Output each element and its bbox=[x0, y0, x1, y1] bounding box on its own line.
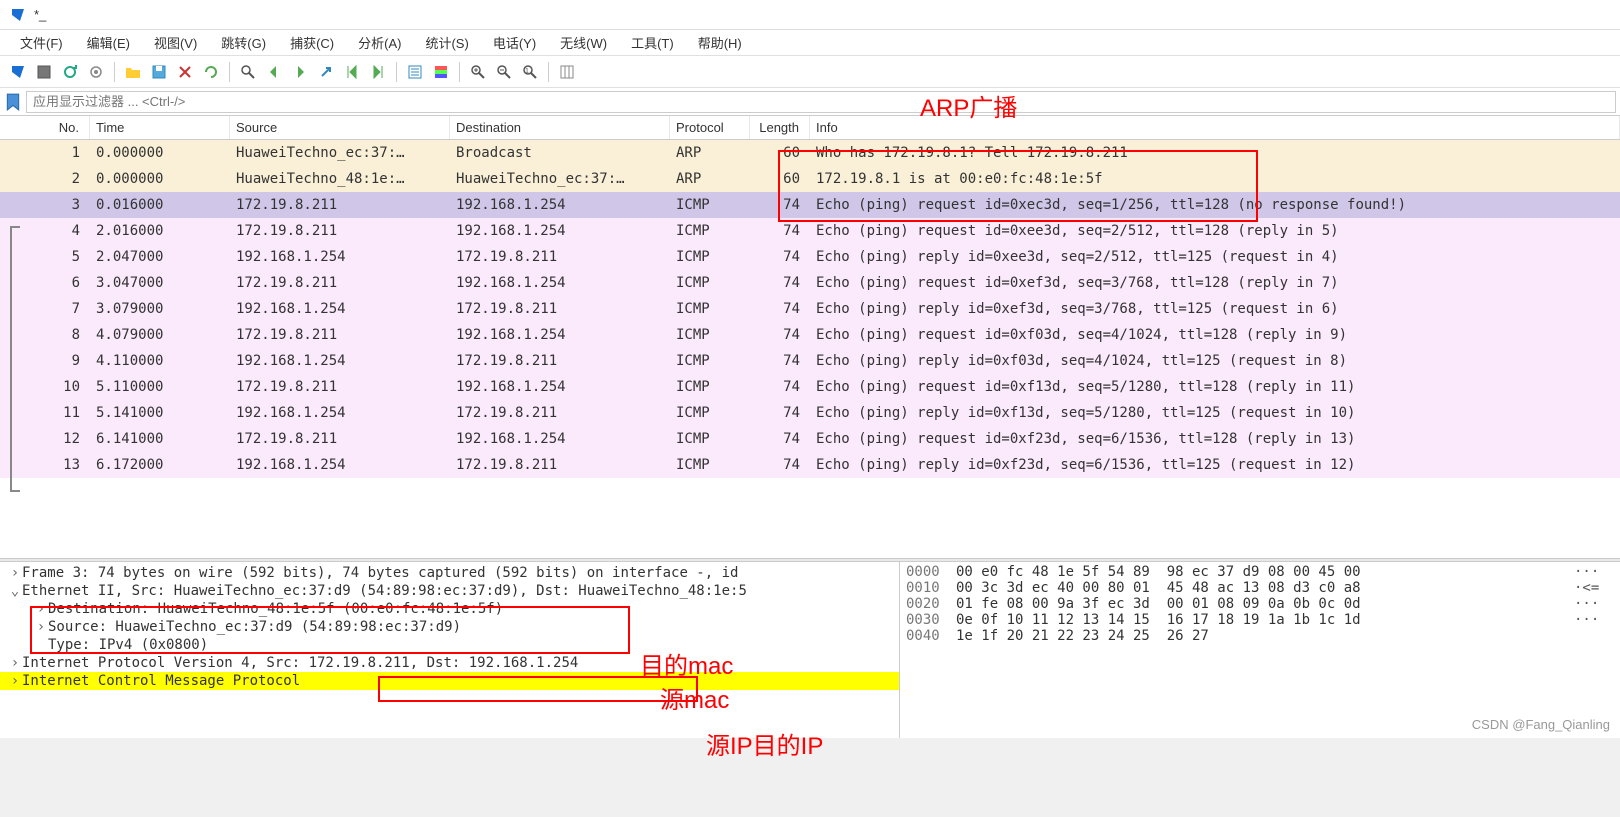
packet-row[interactable]: 105.110000172.19.8.211192.168.1.254ICMP7… bbox=[0, 374, 1620, 400]
details-icmp[interactable]: ›Internet Control Message Protocol bbox=[0, 672, 899, 690]
packet-row[interactable]: 126.141000172.19.8.211192.168.1.254ICMP7… bbox=[0, 426, 1620, 452]
packet-row[interactable]: 10.000000HuaweiTechno_ec:37:…BroadcastAR… bbox=[0, 140, 1620, 166]
packet-row[interactable]: 20.000000HuaweiTechno_48:1e:…HuaweiTechn… bbox=[0, 166, 1620, 192]
menu-item[interactable]: 无线(W) bbox=[548, 31, 619, 54]
hex-line[interactable]: 00300e 0f 10 11 12 13 14 15 16 17 18 19 … bbox=[906, 612, 1614, 628]
details-eth-type[interactable]: Type: IPv4 (0x0800) bbox=[0, 636, 899, 654]
title-bar: *_ bbox=[0, 0, 1620, 30]
packet-bytes-pane[interactable]: 000000 e0 fc 48 1e 5f 54 89 98 ec 37 d9 … bbox=[900, 562, 1620, 738]
find-icon[interactable] bbox=[236, 60, 260, 84]
related-packets-bracket bbox=[10, 226, 20, 492]
menu-item[interactable]: 统计(S) bbox=[413, 31, 480, 54]
separator bbox=[459, 62, 460, 82]
bottom-panes: ›Frame 3: 74 bytes on wire (592 bits), 7… bbox=[0, 562, 1620, 738]
menu-item[interactable]: 文件(F) bbox=[8, 31, 75, 54]
packet-row[interactable]: 30.016000172.19.8.211192.168.1.254ICMP74… bbox=[0, 192, 1620, 218]
separator bbox=[548, 62, 549, 82]
separator bbox=[114, 62, 115, 82]
details-frame[interactable]: ›Frame 3: 74 bytes on wire (592 bits), 7… bbox=[0, 564, 899, 582]
col-header-destination[interactable]: Destination bbox=[450, 116, 670, 139]
packet-row[interactable]: 84.079000172.19.8.211192.168.1.254ICMP74… bbox=[0, 322, 1620, 348]
last-icon[interactable] bbox=[366, 60, 390, 84]
watermark: CSDN @Fang_Qianling bbox=[1472, 717, 1610, 732]
menu-item[interactable]: 跳转(G) bbox=[209, 31, 278, 54]
menu-item[interactable]: 分析(A) bbox=[346, 31, 413, 54]
col-header-no[interactable]: No. bbox=[0, 116, 90, 139]
col-header-protocol[interactable]: Protocol bbox=[670, 116, 750, 139]
packet-list-header[interactable]: No. Time Source Destination Protocol Len… bbox=[0, 116, 1620, 140]
menu-item[interactable]: 工具(T) bbox=[619, 31, 686, 54]
details-ethernet[interactable]: ⌄Ethernet II, Src: HuaweiTechno_ec:37:d9… bbox=[0, 582, 899, 600]
packet-details-pane[interactable]: ›Frame 3: 74 bytes on wire (592 bits), 7… bbox=[0, 562, 900, 738]
packet-row[interactable]: 136.172000192.168.1.254172.19.8.211ICMP7… bbox=[0, 452, 1620, 478]
menu-bar: 文件(F)编辑(E)视图(V)跳转(G)捕获(C)分析(A)统计(S)电话(Y)… bbox=[0, 30, 1620, 56]
close-icon[interactable] bbox=[173, 60, 197, 84]
separator bbox=[229, 62, 230, 82]
packet-list[interactable]: 10.000000HuaweiTechno_ec:37:…BroadcastAR… bbox=[0, 140, 1620, 478]
jump-icon[interactable] bbox=[314, 60, 338, 84]
next-icon[interactable] bbox=[288, 60, 312, 84]
packet-row[interactable]: 63.047000172.19.8.211192.168.1.254ICMP74… bbox=[0, 270, 1620, 296]
svg-text:1: 1 bbox=[525, 68, 529, 75]
display-filter-input[interactable] bbox=[26, 91, 1616, 113]
window-title: *_ bbox=[34, 7, 46, 22]
first-icon[interactable] bbox=[340, 60, 364, 84]
col-header-source[interactable]: Source bbox=[230, 116, 450, 139]
hex-line[interactable]: 002001 fe 08 00 9a 3f ec 3d 00 01 08 09 … bbox=[906, 596, 1614, 612]
menu-item[interactable]: 编辑(E) bbox=[75, 31, 142, 54]
col-header-length[interactable]: Length bbox=[750, 116, 810, 139]
packet-row[interactable]: 73.079000192.168.1.254172.19.8.211ICMP74… bbox=[0, 296, 1620, 322]
prev-icon[interactable] bbox=[262, 60, 286, 84]
col-header-info[interactable]: Info bbox=[810, 116, 1620, 139]
menu-item[interactable]: 电话(Y) bbox=[481, 31, 548, 54]
packet-row[interactable]: 94.110000192.168.1.254172.19.8.211ICMP74… bbox=[0, 348, 1620, 374]
packet-row[interactable]: 115.141000192.168.1.254172.19.8.211ICMP7… bbox=[0, 400, 1620, 426]
wireshark-icon bbox=[10, 7, 26, 23]
hex-line[interactable]: 000000 e0 fc 48 1e 5f 54 89 98 ec 37 d9 … bbox=[906, 564, 1614, 580]
col-header-time[interactable]: Time bbox=[90, 116, 230, 139]
menu-item[interactable]: 帮助(H) bbox=[686, 31, 754, 54]
autoscroll-icon[interactable] bbox=[403, 60, 427, 84]
menu-item[interactable]: 视图(V) bbox=[142, 31, 209, 54]
options-icon[interactable] bbox=[84, 60, 108, 84]
zoom-in-icon[interactable] bbox=[466, 60, 490, 84]
restart-icon[interactable] bbox=[58, 60, 82, 84]
separator bbox=[396, 62, 397, 82]
menu-item[interactable]: 捕获(C) bbox=[278, 31, 346, 54]
stop-icon[interactable] bbox=[32, 60, 56, 84]
packet-list-empty bbox=[0, 478, 1620, 558]
details-eth-dst[interactable]: ›Destination: HuaweiTechno_48:1e:5f (00:… bbox=[0, 600, 899, 618]
shark-fin-icon[interactable] bbox=[6, 60, 30, 84]
bookmark-icon[interactable] bbox=[4, 93, 22, 111]
details-ip[interactable]: ›Internet Protocol Version 4, Src: 172.1… bbox=[0, 654, 899, 672]
open-icon[interactable] bbox=[121, 60, 145, 84]
toolbar: 1 bbox=[0, 56, 1620, 88]
reload-icon[interactable] bbox=[199, 60, 223, 84]
hex-line[interactable]: 00401e 1f 20 21 22 23 24 25 26 27 bbox=[906, 628, 1614, 644]
packet-row[interactable]: 42.016000172.19.8.211192.168.1.254ICMP74… bbox=[0, 218, 1620, 244]
packet-row[interactable]: 52.047000192.168.1.254172.19.8.211ICMP74… bbox=[0, 244, 1620, 270]
save-icon[interactable] bbox=[147, 60, 171, 84]
zoom-fit-icon[interactable]: 1 bbox=[518, 60, 542, 84]
filter-bar bbox=[0, 88, 1620, 116]
colorize-icon[interactable] bbox=[429, 60, 453, 84]
details-eth-src[interactable]: ›Source: HuaweiTechno_ec:37:d9 (54:89:98… bbox=[0, 618, 899, 636]
zoom-out-icon[interactable] bbox=[492, 60, 516, 84]
resize-cols-icon[interactable] bbox=[555, 60, 579, 84]
hex-line[interactable]: 001000 3c 3d ec 40 00 80 01 45 48 ac 13 … bbox=[906, 580, 1614, 596]
